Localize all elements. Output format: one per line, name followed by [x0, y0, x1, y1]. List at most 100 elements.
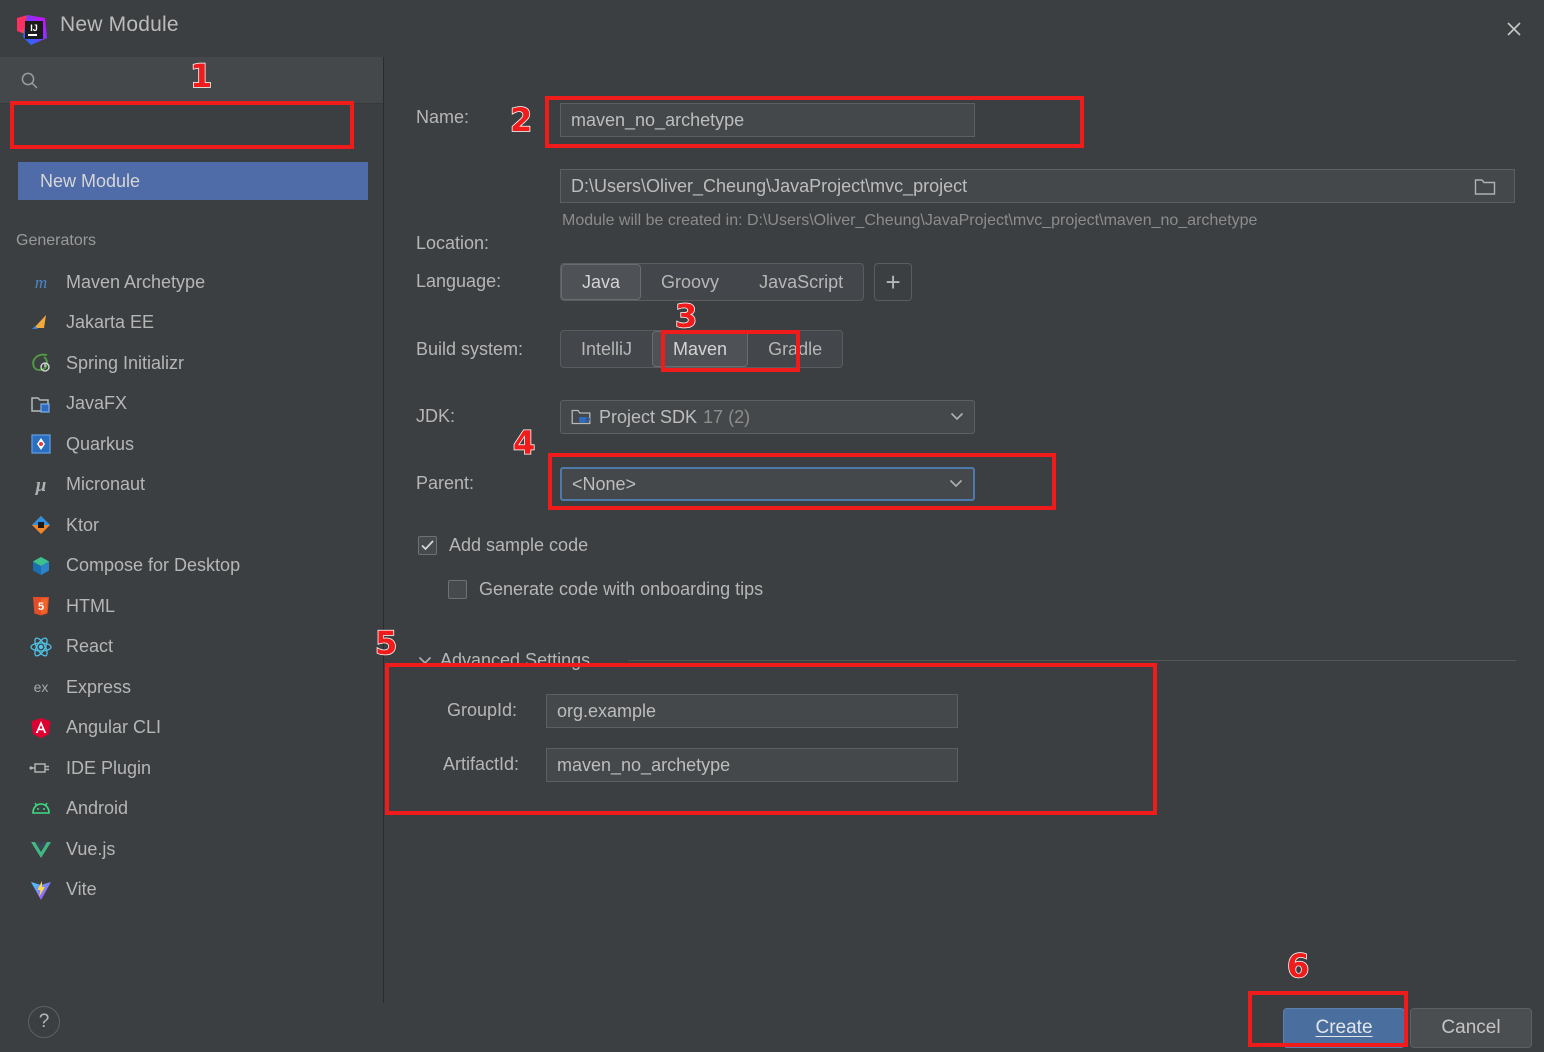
sidebar-item-android[interactable]: Android [0, 789, 383, 830]
sidebar-item-spring-initializr[interactable]: Spring Initializr [0, 343, 383, 384]
build-system-option-gradle[interactable]: Gradle [748, 331, 842, 367]
location-input[interactable] [560, 169, 1515, 203]
language-option-javascript[interactable]: JavaScript [739, 264, 863, 300]
sidebar-item-express[interactable]: ex Express [0, 667, 383, 708]
quarkus-icon [28, 431, 54, 457]
sidebar-item-jakarta-ee[interactable]: Jakarta EE [0, 303, 383, 344]
add-sample-code-label: Add sample code [449, 535, 589, 555]
maven-icon: m [28, 269, 54, 295]
sidebar-item-compose-for-desktop[interactable]: Compose for Desktop [0, 546, 383, 587]
svg-text:IJ: IJ [30, 23, 38, 33]
dialog-titlebar: IJ New Module [0, 0, 1544, 57]
build-system-option-intellij[interactable]: IntelliJ [561, 331, 652, 367]
svg-text:μ: μ [35, 475, 47, 496]
sidebar-item-html[interactable]: 5 HTML [0, 586, 383, 627]
build-system-segmented-control: IntelliJ Maven Gradle [560, 330, 844, 368]
sidebar-item-label: Quarkus [66, 433, 135, 454]
build-system-label: Build system: [416, 339, 524, 359]
sidebar-item-maven-archetype[interactable]: m Maven Archetype [0, 262, 383, 303]
jdk-label-wrap: JDK: [416, 406, 455, 427]
sidebar-item-micronaut[interactable]: μ Micronaut [0, 465, 383, 506]
create-button[interactable]: Create [1283, 1008, 1405, 1048]
vite-icon [28, 877, 54, 903]
language-option-groovy[interactable]: Groovy [641, 264, 739, 300]
build-system-label-wrap: Build system: [416, 339, 523, 360]
jdk-dropdown[interactable]: Project SDK 17 (2) [560, 400, 975, 434]
advanced-settings-label: Advanced Settings [440, 650, 591, 670]
onboarding-tips-checkbox[interactable]: Generate code with onboarding tips [448, 579, 763, 600]
sidebar-item-javafx[interactable]: JavaFX [0, 384, 383, 425]
sidebar-item-label: HTML [66, 595, 115, 616]
sidebar-item-vue-js[interactable]: Vue.js [0, 829, 383, 870]
svg-text:ex: ex [34, 679, 49, 695]
express-icon: ex [28, 674, 54, 700]
language-label: Language: [416, 271, 502, 291]
sidebar-item-label: Express [66, 676, 132, 697]
compose-icon [28, 553, 54, 579]
advanced-settings-divider [628, 660, 1516, 661]
add-sample-code-checkbox[interactable]: Add sample code [418, 535, 588, 556]
sidebar-item-label: Jakarta EE [66, 312, 155, 333]
parent-dropdown[interactable]: <None> [560, 467, 975, 501]
sidebar-item-label: Compose for Desktop [66, 555, 241, 576]
artifact-id-input[interactable] [546, 748, 958, 782]
language-label-wrap: Language: [416, 271, 501, 292]
checkbox-box [448, 580, 467, 599]
create-button-label: Create [1315, 1017, 1373, 1038]
search-input[interactable] [48, 65, 368, 95]
chevron-down-icon [949, 475, 963, 493]
sidebar-item-quarkus[interactable]: Quarkus [0, 424, 383, 465]
advanced-settings-toggle[interactable]: Advanced Settings [418, 650, 590, 671]
generators-section-label: Generators [16, 232, 97, 249]
location-label: Location: [416, 233, 490, 253]
chevron-down-icon [418, 652, 432, 670]
parent-label-wrap: Parent: [416, 473, 474, 494]
new-module-dialog: IJ New Module New Module Generators m Ma… [0, 0, 1544, 1052]
jakarta-ee-icon [28, 310, 54, 336]
language-options: Java Groovy JavaScript [560, 263, 865, 301]
help-button[interactable]: ? [28, 1006, 60, 1038]
sidebar-item-label: Vue.js [66, 838, 116, 859]
sidebar-item-label: Android [66, 798, 129, 819]
build-system-option-maven[interactable]: Maven [652, 331, 749, 367]
dialog-title: New Module [60, 13, 179, 36]
angular-icon [28, 715, 54, 741]
module-settings-panel: Name: Location: Module will be created i… [385, 57, 1544, 1003]
language-option-java[interactable]: Java [561, 264, 642, 300]
folder-icon[interactable] [1455, 169, 1515, 203]
sidebar-item-vite[interactable]: Vite [0, 870, 383, 911]
generators-sidebar: New Module Generators m Maven Archetype … [0, 57, 384, 1003]
language-segmented-control: Java Groovy JavaScript + [560, 263, 913, 301]
spring-icon [28, 350, 54, 376]
name-label-wrap: Name: [416, 107, 469, 128]
sidebar-item-label: JavaFX [66, 393, 128, 414]
vue-icon [28, 836, 54, 862]
search-icon [20, 71, 40, 91]
jdk-value: Project SDK [599, 406, 698, 427]
android-icon [28, 796, 54, 822]
svg-text:5: 5 [38, 601, 44, 613]
sidebar-item-label: Micronaut [66, 474, 146, 495]
name-input[interactable] [560, 103, 975, 137]
cancel-button[interactable]: Cancel [1410, 1008, 1532, 1048]
javafx-icon [28, 391, 54, 417]
parent-value: <None> [572, 473, 637, 494]
sidebar-item-react[interactable]: React [0, 627, 383, 668]
sidebar-item-label: React [66, 636, 114, 657]
close-icon[interactable] [1496, 12, 1532, 46]
generators-list: m Maven Archetype Jakarta EE Spring Init… [0, 262, 383, 910]
sidebar-item-ktor[interactable]: Ktor [0, 505, 383, 546]
sidebar-item-new-module[interactable]: New Module [18, 162, 368, 200]
sidebar-item-label: Ktor [66, 514, 100, 535]
chevron-down-icon [950, 408, 964, 426]
sidebar-item-ide-plugin[interactable]: IDE Plugin [0, 748, 383, 789]
jdk-label: JDK: [416, 406, 456, 426]
jdk-version: 17 (2) [703, 406, 751, 427]
plus-icon[interactable]: + [874, 263, 913, 301]
location-hint: Module will be created in: D:\Users\Oliv… [562, 212, 1258, 229]
ktor-icon [28, 512, 54, 538]
group-id-input[interactable] [546, 694, 958, 728]
sidebar-item-angular-cli[interactable]: Angular CLI [0, 708, 383, 749]
react-icon [28, 634, 54, 660]
onboarding-tips-label: Generate code with onboarding tips [479, 579, 764, 599]
